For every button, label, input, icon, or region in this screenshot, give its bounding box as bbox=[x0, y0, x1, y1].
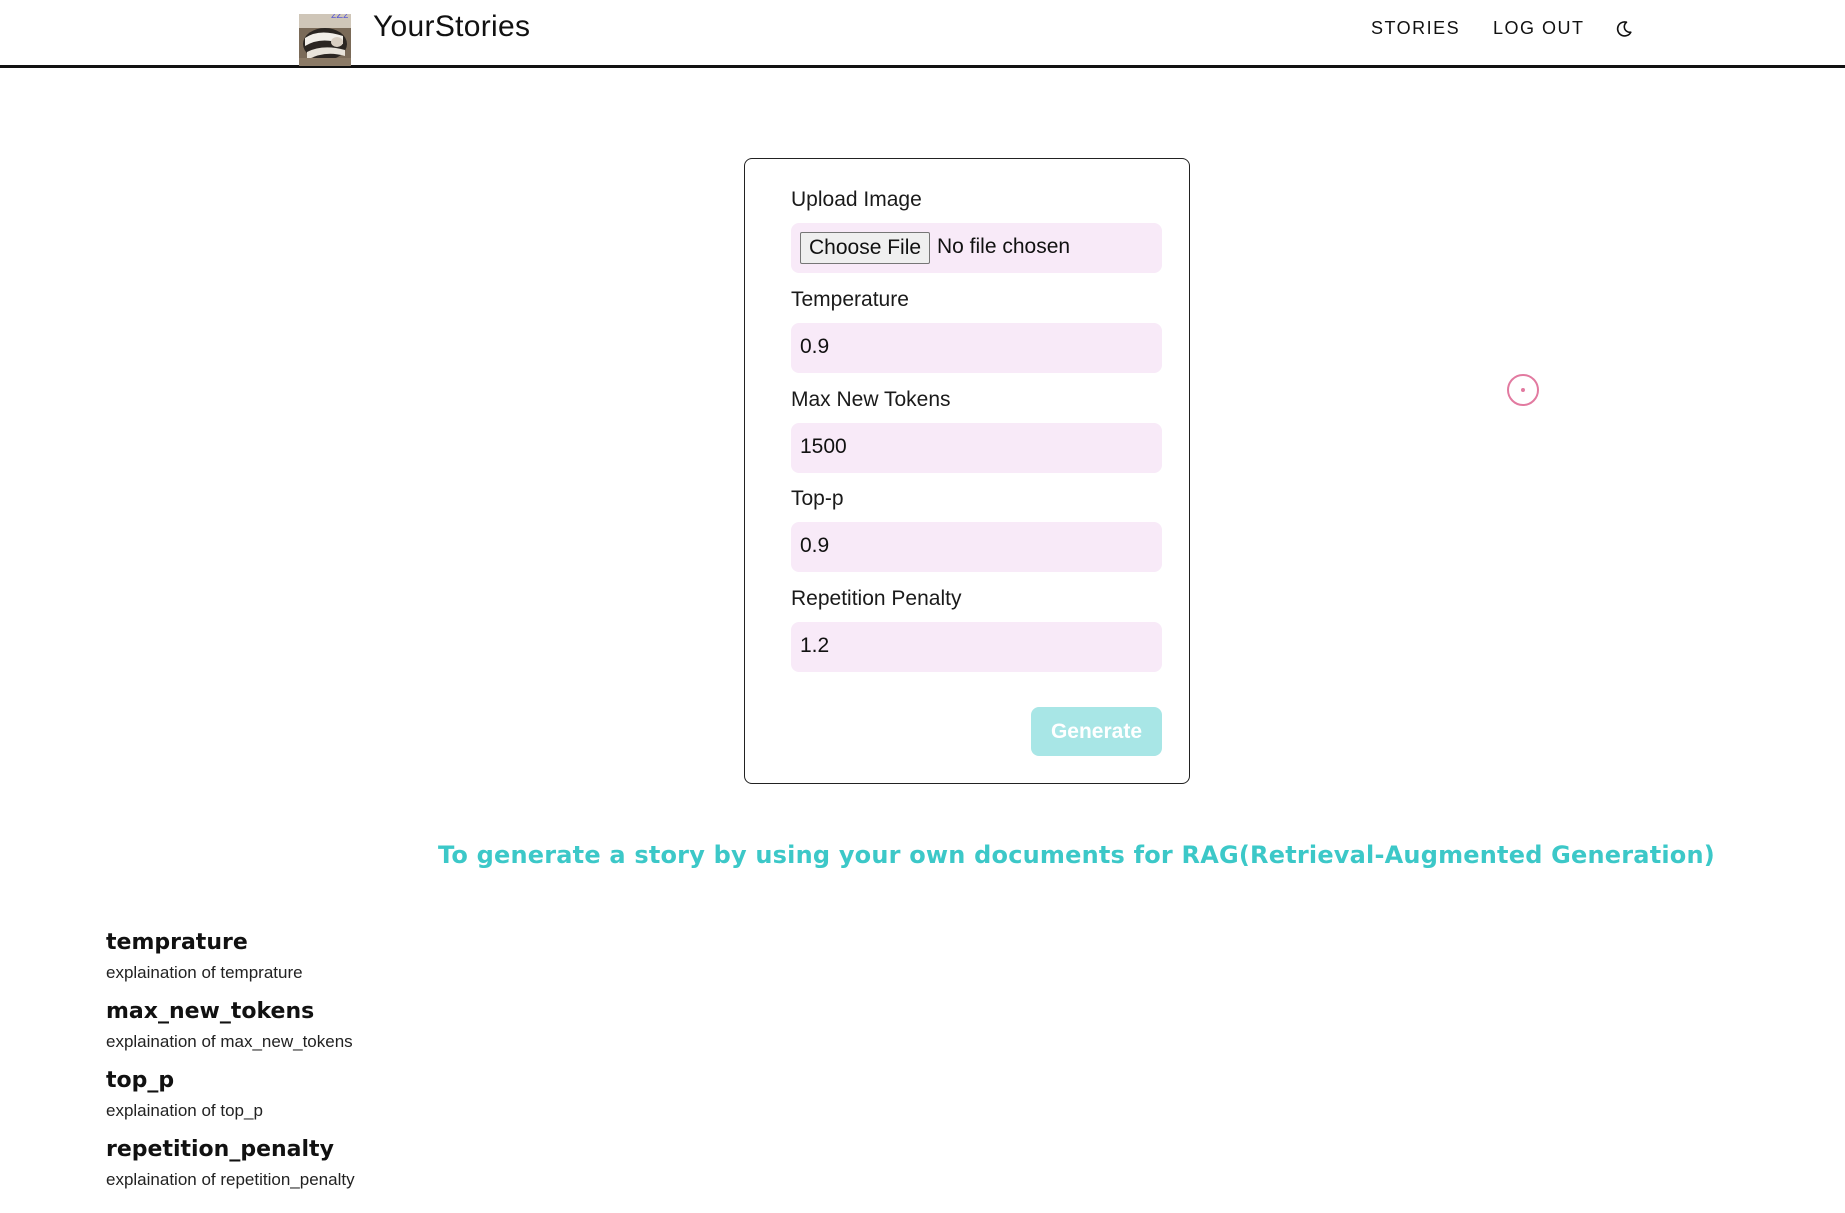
temperature-label: Temperature bbox=[791, 288, 909, 311]
temperature-value: 0.9 bbox=[800, 335, 830, 358]
cat-image bbox=[299, 14, 351, 66]
generate-button[interactable]: Generate bbox=[1031, 707, 1162, 756]
cursor-dot bbox=[1521, 388, 1525, 392]
repetition-penalty-input[interactable]: 1.2 bbox=[791, 622, 1162, 672]
upload-image-label: Upload Image bbox=[791, 188, 922, 211]
choose-file-button[interactable]: Choose File bbox=[800, 232, 931, 264]
max-new-tokens-input[interactable]: 1500 bbox=[791, 423, 1162, 473]
repetition-penalty-label: Repetition Penalty bbox=[791, 587, 962, 610]
nav-stories-link[interactable]: STORIES bbox=[1371, 18, 1460, 39]
cursor-ring-icon bbox=[1507, 374, 1539, 406]
logo-zz-text: zZz bbox=[331, 14, 349, 21]
brand-title[interactable]: YourStories bbox=[373, 10, 530, 44]
param-desc-repetition-penalty: explaination of repetition_penalty bbox=[106, 1170, 355, 1189]
max-new-tokens-value: 1500 bbox=[800, 435, 847, 458]
moon-icon[interactable] bbox=[1615, 20, 1633, 38]
param-desc-max-new-tokens: explaination of max_new_tokens bbox=[106, 1032, 353, 1051]
param-name-max-new-tokens: max_new_tokens bbox=[106, 999, 315, 1024]
param-name-top-p: top_p bbox=[106, 1068, 175, 1093]
top-p-value: 0.9 bbox=[800, 534, 830, 557]
param-name-repetition-penalty: repetition_penalty bbox=[106, 1137, 334, 1162]
param-desc-top-p: explaination of top_p bbox=[106, 1101, 263, 1120]
nav-logout-link[interactable]: LOG OUT bbox=[1493, 18, 1585, 39]
sleeping-cat-logo-icon[interactable]: zZz bbox=[299, 14, 351, 66]
temperature-input[interactable]: 0.9 bbox=[791, 323, 1162, 373]
param-name-temprature: temprature bbox=[106, 930, 248, 955]
top-navbar: zZz YourStories STORIES LOG OUT bbox=[0, 0, 1845, 68]
top-p-input[interactable]: 0.9 bbox=[791, 522, 1162, 572]
repetition-penalty-value: 1.2 bbox=[800, 634, 830, 657]
max-new-tokens-label: Max New Tokens bbox=[791, 388, 951, 411]
rag-generation-link[interactable]: To generate a story by using your own do… bbox=[438, 841, 1715, 869]
param-desc-temprature: explaination of temprature bbox=[106, 963, 303, 982]
generation-form-card: Upload Image Choose File No file chosen … bbox=[744, 158, 1190, 784]
upload-image-field[interactable]: Choose File No file chosen bbox=[791, 223, 1162, 273]
top-p-label: Top-p bbox=[791, 487, 844, 510]
file-status-text: No file chosen bbox=[937, 235, 1071, 258]
